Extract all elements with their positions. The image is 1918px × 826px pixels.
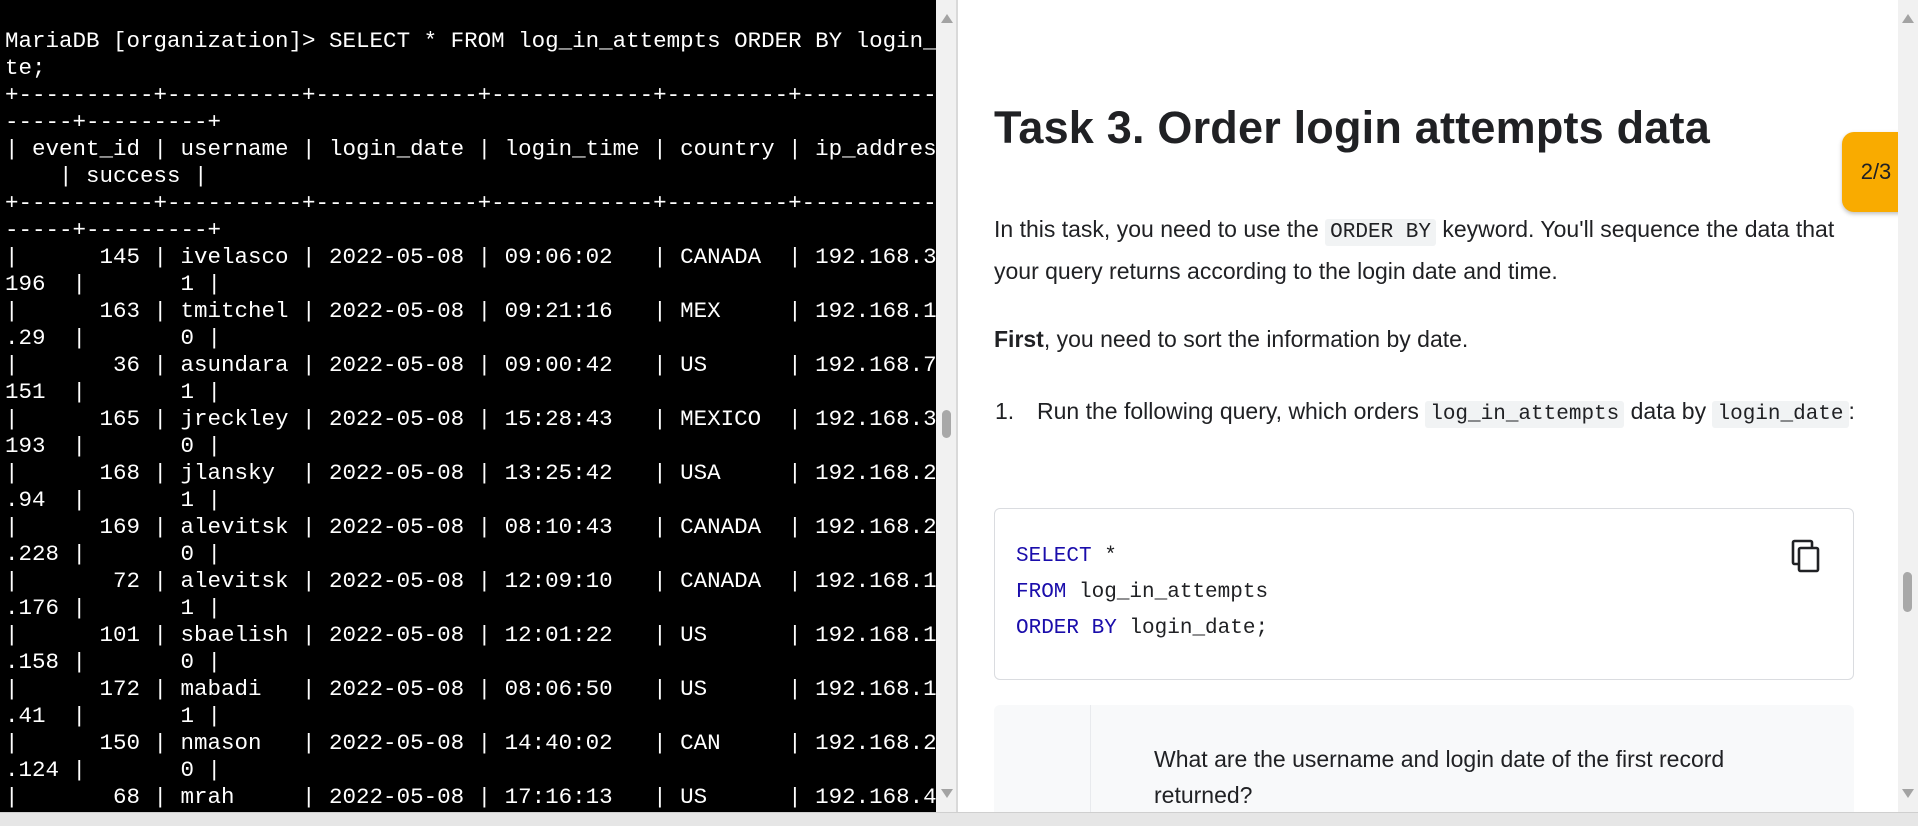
first-bold: First <box>994 326 1044 352</box>
copy-icon[interactable] <box>1791 539 1821 573</box>
intro-paragraph: In this task, you need to use the ORDER … <box>994 210 1864 290</box>
terminal-line: te; <box>5 55 46 81</box>
scroll-up-arrow-icon[interactable] <box>941 14 953 23</box>
task-title: Task 3. Order login attempts data <box>994 102 1710 153</box>
instructions-panel: Task 3. Order login attempts data In thi… <box>958 0 1898 812</box>
terminal-line: 151 | 1 | <box>5 379 222 405</box>
panel-scroll-thumb[interactable] <box>1903 572 1912 612</box>
code-text: login_date; <box>1116 617 1269 640</box>
terminal-line: | 169 | alevitsk | 2022-05-08 | 08:10:43… <box>5 514 936 540</box>
step-1: 1. Run the following query, which orders … <box>995 392 1857 434</box>
step-number: 1. <box>995 398 1015 424</box>
intro-text-start: In this task, you need to use the <box>994 216 1326 242</box>
terminal-line: .94 | 1 | <box>5 487 222 513</box>
terminal-line: | success | <box>5 163 208 189</box>
scroll-down-arrow-icon[interactable] <box>941 789 953 798</box>
window-bottom-border <box>0 812 1918 826</box>
inline-code-table: log_in_attempts <box>1425 401 1625 428</box>
terminal-line: -----+---------+ <box>5 217 222 243</box>
scroll-up-arrow-icon[interactable] <box>1902 14 1914 23</box>
question-text: What are the username and login date of … <box>1154 746 1725 808</box>
step-text-end: : <box>1848 398 1855 424</box>
terminal-line: | 150 | nmason | 2022-05-08 | 14:40:02 |… <box>5 730 936 756</box>
terminal-line: -----+---------+ <box>5 109 222 135</box>
terminal-output: MariaDB [organization]> SELECT * FROM lo… <box>5 28 936 811</box>
terminal-line: | 101 | sbaelish | 2022-05-08 | 12:01:22… <box>5 622 936 648</box>
terminal-line: .29 | 0 | <box>5 325 222 351</box>
terminal-line: | 172 | mabadi | 2022-05-08 | 08:06:50 |… <box>5 676 936 702</box>
first-text: , you need to sort the information by da… <box>1043 326 1469 352</box>
terminal-line: | event_id | username | login_date | log… <box>5 136 936 162</box>
first-paragraph: First, you need to sort the information … <box>994 320 1864 358</box>
panel-scrollbar[interactable] <box>1898 0 1918 812</box>
terminal-scrollbar[interactable] <box>936 0 956 812</box>
inline-code-order-by: ORDER BY <box>1325 219 1436 246</box>
terminal-line: .124 | 0 | <box>5 757 222 783</box>
terminal-scroll-thumb[interactable] <box>942 410 951 438</box>
terminal-line: | 163 | tmitchel | 2022-05-08 | 09:21:16… <box>5 298 936 324</box>
question-card: What are the username and login date of … <box>994 705 1854 812</box>
code-text: log_in_attempts <box>1066 581 1269 604</box>
terminal-line: | 165 | jreckley | 2022-05-08 | 15:28:43… <box>5 406 936 432</box>
code-snippet[interactable]: SELECT * FROM log_in_attempts ORDER BY l… <box>994 508 1854 680</box>
question-sidebar <box>994 705 1091 812</box>
terminal-line: 193 | 0 | <box>5 433 222 459</box>
terminal-line: 196 | 1 | <box>5 271 222 297</box>
terminal-line: +----------+----------+------------+----… <box>5 82 936 108</box>
terminal-line: +----------+----------+------------+----… <box>5 190 936 216</box>
inline-code-column: login_date <box>1712 401 1849 428</box>
terminal-line: .228 | 0 | <box>5 541 222 567</box>
code-text: * <box>1091 545 1117 568</box>
terminal-line: .158 | 0 | <box>5 649 222 675</box>
code-keyword: FROM <box>1016 581 1067 604</box>
scroll-down-arrow-icon[interactable] <box>1902 789 1914 798</box>
step-text-start: Run the following query, which orders <box>1037 398 1426 424</box>
terminal-line: | 168 | jlansky | 2022-05-08 | 13:25:42 … <box>5 460 936 486</box>
terminal-line: .41 | 1 | <box>5 703 222 729</box>
terminal-line: | 68 | mrah | 2022-05-08 | 17:16:13 | US… <box>5 784 936 810</box>
terminal-line: .176 | 1 | <box>5 595 222 621</box>
terminal-line: MariaDB [organization]> SELECT * FROM lo… <box>5 28 936 54</box>
step-text-mid: data by <box>1624 398 1713 424</box>
terminal-line: | 72 | alevitsk | 2022-05-08 | 12:09:10 … <box>5 568 936 594</box>
code-keyword: ORDER BY <box>1016 617 1117 640</box>
terminal-line: | 36 | asundara | 2022-05-08 | 09:00:42 … <box>5 352 936 378</box>
code-keyword: SELECT <box>1016 545 1092 568</box>
terminal-line: | 145 | ivelasco | 2022-05-08 | 09:06:02… <box>5 244 936 270</box>
terminal-window[interactable]: MariaDB [organization]> SELECT * FROM lo… <box>0 0 936 812</box>
code-lines: SELECT * FROM log_in_attempts ORDER BY l… <box>1016 539 1268 647</box>
